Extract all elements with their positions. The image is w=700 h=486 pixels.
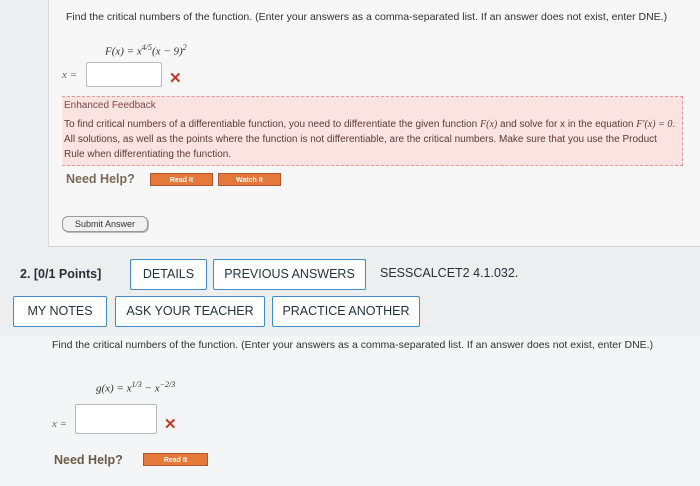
incorrect-x-icon: ✕ [169,70,182,87]
watch-it-button[interactable]: Watch It [218,173,281,186]
question-2-prompt: Find the critical numbers of the functio… [52,339,654,351]
practice-another-button[interactable]: PRACTICE ANOTHER [272,296,420,327]
read-it-button[interactable]: Read It [150,173,213,186]
feedback-title: Enhanced Feedback [64,100,156,111]
question-2-function: g(x) = x1/3 − x−2/3 [96,380,176,395]
details-button[interactable]: DETAILS [130,259,207,290]
question-1-prompt: Find the critical numbers of the functio… [66,11,668,23]
need-help-label: Need Help? [54,453,123,467]
course-code: SESSCALCET2 4.1.032. [380,266,519,280]
my-notes-button[interactable]: MY NOTES [13,296,107,327]
question-1-answer-label: x = [62,69,78,81]
question-1-function: F(x) = x4/5(x − 9)2 [105,43,187,58]
enhanced-feedback-box: Enhanced Feedback To find critical numbe… [62,96,683,166]
need-help-label: Need Help? [66,172,135,186]
feedback-text: To find critical numbers of a differenti… [64,119,676,160]
submit-answer-button[interactable]: Submit Answer [62,216,148,232]
question-2-number: 2. [0/1 Points] [20,267,102,281]
previous-answers-button[interactable]: PREVIOUS ANSWERS [213,259,366,290]
question-2-answer-input[interactable] [75,404,157,434]
ask-your-teacher-button[interactable]: ASK YOUR TEACHER [115,296,265,327]
question-1-answer-input[interactable] [86,62,162,87]
read-it-button[interactable]: Read It [143,453,208,466]
incorrect-x-icon: ✕ [164,416,177,433]
question-2-answer-label: x = [52,418,68,430]
